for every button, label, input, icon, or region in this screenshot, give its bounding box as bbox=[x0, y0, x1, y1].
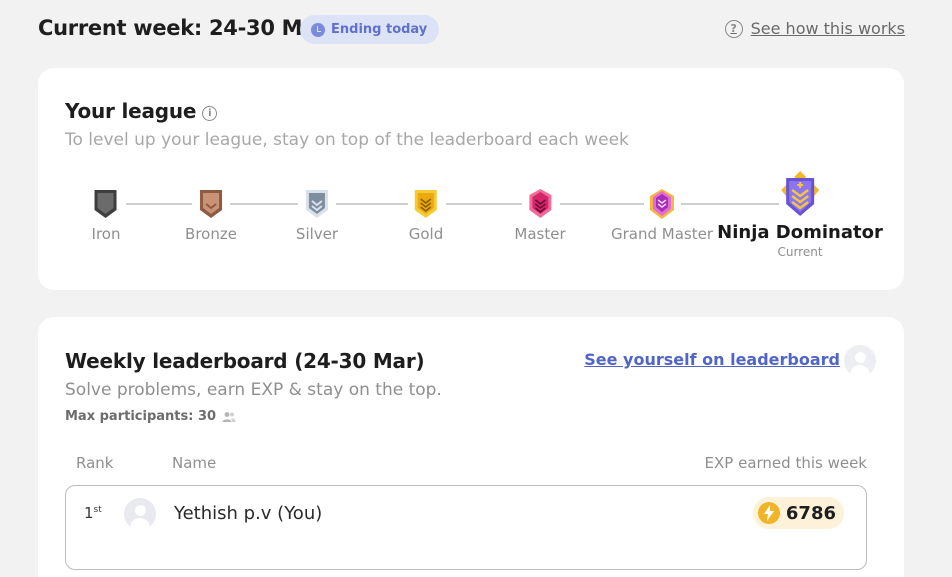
tier-name: Gold bbox=[408, 225, 444, 243]
clock-icon bbox=[311, 22, 325, 37]
column-header-rank: Rank bbox=[76, 454, 114, 472]
rank-number: 1 bbox=[84, 504, 94, 522]
lightning-icon bbox=[757, 502, 780, 524]
tier-silver: Silver bbox=[296, 188, 338, 243]
master-badge-icon bbox=[528, 189, 551, 218]
current-tier-label: Current bbox=[777, 245, 823, 259]
player-name: Yethish p.v (You) bbox=[174, 503, 323, 524]
leaderboard-card: Weekly leaderboard (24-30 Mar) Solve pro… bbox=[38, 317, 904, 577]
gold-badge-icon bbox=[415, 190, 437, 218]
tier-name: Ninja Dominator bbox=[717, 222, 883, 243]
grand-master-badge-icon bbox=[649, 189, 674, 219]
exp-value: 6786 bbox=[785, 502, 836, 524]
avatar bbox=[124, 498, 156, 530]
bronze-badge-icon bbox=[199, 190, 222, 218]
league-subtitle: To level up your league, stay on top of … bbox=[65, 130, 629, 150]
league-title: Your league bbox=[65, 99, 197, 123]
help-circle-icon: ? bbox=[724, 19, 743, 38]
tier-name: Silver bbox=[295, 225, 339, 243]
info-icon[interactable]: i bbox=[202, 106, 218, 121]
track-connector bbox=[230, 203, 298, 205]
max-participants: Max participants: 30 bbox=[65, 409, 236, 424]
track-connector bbox=[336, 203, 408, 205]
user-head-shape bbox=[854, 352, 866, 363]
leaderboard-title: Weekly leaderboard (24-30 Mar) bbox=[65, 349, 425, 373]
league-title-row: Your league i bbox=[65, 99, 218, 123]
silver-badge-icon bbox=[305, 190, 328, 218]
participants-icon bbox=[222, 411, 236, 422]
max-participants-label: Max participants: 30 bbox=[65, 409, 217, 424]
tier-ninja-dominator: Ninja Dominator Current bbox=[717, 170, 883, 259]
user-body-shape bbox=[130, 518, 150, 530]
tier-bronze: Bronze bbox=[185, 188, 237, 243]
track-connector bbox=[446, 203, 522, 205]
tier-grand-master: Grand Master bbox=[611, 188, 713, 243]
see-yourself-link[interactable]: See yourself on leaderboard bbox=[584, 350, 840, 369]
ninja-dominator-badge-icon bbox=[781, 171, 819, 216]
tier-name: Iron bbox=[91, 225, 121, 243]
league-card: Your league i To level up your league, st… bbox=[38, 68, 904, 290]
tier-gold: Gold bbox=[408, 188, 444, 243]
see-how-this-works-link[interactable]: ? See how this works bbox=[724, 19, 905, 38]
track-connector bbox=[126, 203, 192, 205]
avatar[interactable] bbox=[844, 345, 876, 377]
tier-iron: Iron bbox=[91, 188, 121, 243]
rank-suffix: st bbox=[93, 505, 102, 515]
exp-badge: 6786 bbox=[752, 497, 844, 529]
ending-today-badge: Ending today bbox=[300, 15, 440, 44]
iron-badge-icon bbox=[94, 190, 117, 218]
tier-name: Master bbox=[514, 225, 566, 243]
see-how-this-works-label: See how this works bbox=[750, 19, 905, 38]
rank-cell: 1st bbox=[84, 504, 102, 522]
ending-today-label: Ending today bbox=[331, 22, 428, 37]
week-title: Current week: 24-30 Mar bbox=[38, 16, 327, 40]
leaderboard-row[interactable]: 1st Yethish p.v (You) 6786 bbox=[65, 485, 867, 570]
user-body-shape bbox=[850, 365, 870, 377]
tier-name: Grand Master bbox=[610, 225, 714, 243]
tier-name: Bronze bbox=[185, 225, 237, 243]
column-header-name: Name bbox=[172, 454, 217, 472]
leaderboard-subtitle: Solve problems, earn EXP & stay on the t… bbox=[65, 380, 442, 400]
tier-master: Master bbox=[514, 188, 566, 243]
user-head-shape bbox=[134, 505, 146, 516]
column-header-exp: EXP earned this week bbox=[704, 454, 867, 472]
